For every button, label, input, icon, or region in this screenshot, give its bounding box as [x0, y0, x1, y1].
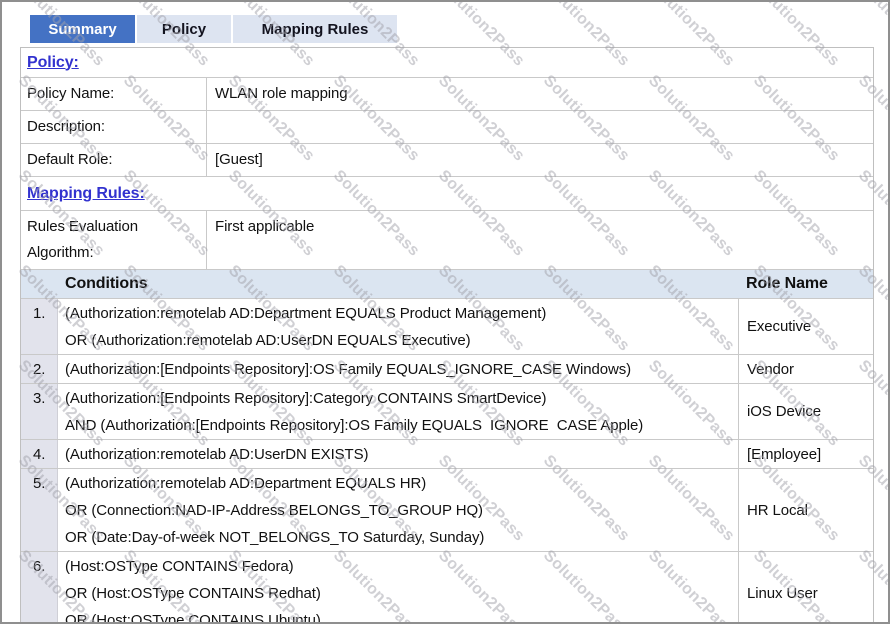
policy-heading-row: Policy:	[21, 48, 873, 78]
condition-line: (Authorization:[Endpoints Repository]:OS…	[65, 356, 734, 383]
condition-line: (Authorization:remotelab AD:Department E…	[65, 300, 734, 327]
rule-number: 5.	[21, 469, 58, 551]
rule-role: iOS Device	[738, 384, 873, 439]
policy-name-label: Policy Name:	[21, 78, 207, 110]
watermark-text: Solution2Pass	[2, 262, 3, 355]
condition-line: (Authorization:remotelab AD:UserDN EXIST…	[65, 441, 734, 468]
watermark-text: Solution2Pass	[2, 72, 3, 165]
condition-line: OR (Connection:NAD-IP-Address BELONGS_TO…	[65, 497, 734, 524]
default-role-value: [Guest]	[207, 144, 873, 176]
rule-conditions: (Authorization:remotelab AD:UserDN EXIST…	[58, 440, 738, 468]
watermark-text: Solution2Pass	[2, 452, 3, 545]
rules-evaluation-label: Rules Evaluation Algorithm:	[21, 211, 207, 269]
rule-role: [Employee]	[738, 440, 873, 468]
condition-line: OR (Authorization:remotelab AD:UserDN EQ…	[65, 327, 734, 354]
tab-summary[interactable]: Summary	[30, 15, 137, 43]
description-label: Description:	[21, 111, 207, 143]
summary-page: Summary Policy Mapping Rules Policy: Pol…	[0, 0, 890, 624]
rule-conditions: (Authorization:remotelab AD:Department E…	[58, 299, 738, 354]
condition-line: (Host:OSType CONTAINS Fedora)	[65, 553, 734, 580]
rule-number: 2.	[21, 355, 58, 383]
rule-number: 3.	[21, 384, 58, 439]
rules-evaluation-value: First applicable	[207, 211, 873, 269]
role-name-column-header: Role Name	[738, 275, 873, 293]
tab-mapping-rules[interactable]: Mapping Rules	[233, 15, 397, 43]
condition-line: AND (Authorization:[Endpoints Repository…	[65, 412, 734, 439]
default-role-label: Default Role:	[21, 144, 207, 176]
rule-conditions: (Authorization:[Endpoints Repository]:OS…	[58, 355, 738, 383]
rule-role: Vendor	[738, 355, 873, 383]
watermark-text: Solution2Pass	[2, 357, 3, 450]
condition-line: (Authorization:remotelab AD:Department E…	[65, 470, 734, 497]
rule-conditions: (Host:OSType CONTAINS Fedora) OR (Host:O…	[58, 552, 738, 624]
tab-policy[interactable]: Policy	[137, 15, 233, 43]
rule-role: Executive	[738, 299, 873, 354]
description-value	[207, 111, 873, 143]
rule-row-3: 3. (Authorization:[Endpoints Repository]…	[21, 384, 873, 440]
policy-summary-table: Policy: Policy Name: WLAN role mapping D…	[20, 47, 874, 624]
condition-line: (Authorization:[Endpoints Repository]:Ca…	[65, 385, 734, 412]
condition-line: OR (Host:OSType CONTAINS Ubuntu)	[65, 607, 734, 624]
policy-name-row: Policy Name: WLAN role mapping	[21, 78, 873, 111]
rules-table-header: Conditions Role Name	[21, 270, 873, 299]
watermark-text: Solution2Pass	[2, 2, 3, 70]
description-row: Description:	[21, 111, 873, 144]
tab-bar: Summary Policy Mapping Rules	[30, 15, 397, 43]
rule-row-4: 4. (Authorization:remotelab AD:UserDN EX…	[21, 440, 873, 469]
watermark-text: Solution2Pass	[2, 167, 3, 260]
conditions-column-header: Conditions	[21, 275, 738, 293]
default-role-row: Default Role: [Guest]	[21, 144, 873, 177]
rule-row-6: 6. (Host:OSType CONTAINS Fedora) OR (Hos…	[21, 552, 873, 624]
rule-number: 4.	[21, 440, 58, 468]
policy-name-value: WLAN role mapping	[207, 78, 873, 110]
rule-row-5: 5. (Authorization:remotelab AD:Departmen…	[21, 469, 873, 552]
mapping-rules-heading-row: Mapping Rules:	[21, 177, 873, 211]
rule-role: HR Local	[738, 469, 873, 551]
condition-line: OR (Date:Day-of-week NOT_BELONGS_TO Satu…	[65, 524, 734, 551]
watermark-text: Solution2Pass	[2, 547, 3, 622]
rule-role: Linux User	[738, 552, 873, 624]
rule-number: 6.	[21, 552, 58, 624]
condition-line: OR (Host:OSType CONTAINS Redhat)	[65, 580, 734, 607]
rule-row-2: 2. (Authorization:[Endpoints Repository]…	[21, 355, 873, 384]
rules-evaluation-row: Rules Evaluation Algorithm: First applic…	[21, 211, 873, 270]
rule-number: 1.	[21, 299, 58, 354]
mapping-rules-heading-link[interactable]: Mapping Rules:	[27, 185, 145, 203]
rule-conditions: (Authorization:remotelab AD:Department E…	[58, 469, 738, 551]
rule-row-1: 1. (Authorization:remotelab AD:Departmen…	[21, 299, 873, 355]
rule-conditions: (Authorization:[Endpoints Repository]:Ca…	[58, 384, 738, 439]
policy-heading-link[interactable]: Policy:	[27, 54, 79, 72]
